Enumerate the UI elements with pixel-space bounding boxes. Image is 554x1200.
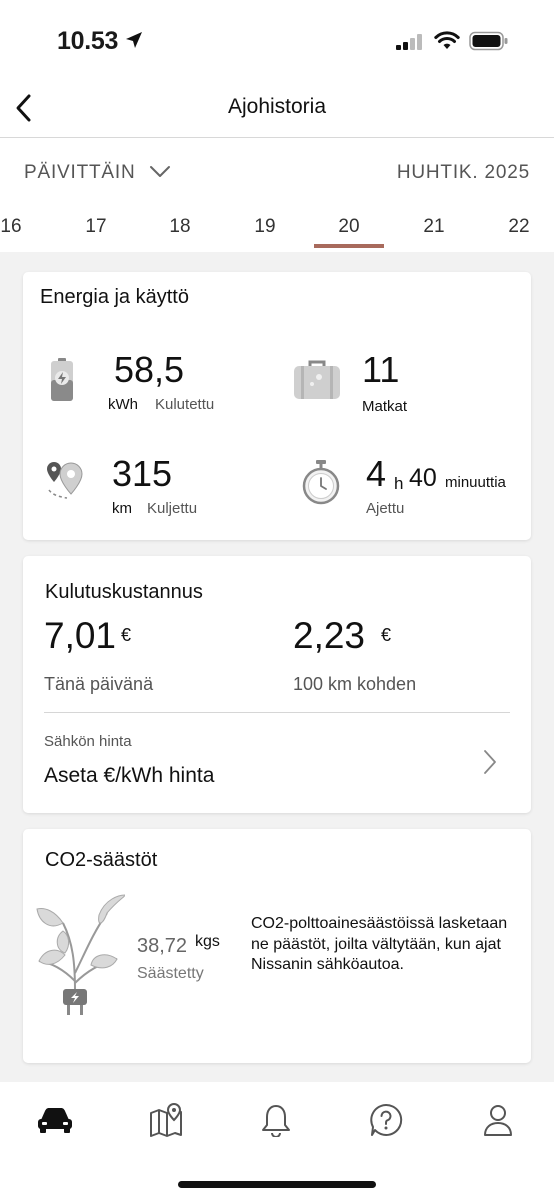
map-pin-route-icon bbox=[47, 462, 83, 499]
cost-today-value: 7,01 bbox=[44, 615, 117, 656]
period-row: PÄIVITTÄIN HUHTIK. 2025 bbox=[0, 138, 554, 206]
energy-card: Energia ja käyttö 58,5 kWh Kulutettu 11 … bbox=[23, 272, 531, 540]
cost-card: Kulutuskustannus 7,01 € Tänä päivänä 2,2… bbox=[23, 556, 531, 813]
location-arrow-icon bbox=[126, 32, 142, 48]
battery-icon bbox=[469, 31, 508, 51]
co2-card: CO2-säästöt 38,72 kgs Säästetty CO2-polt… bbox=[23, 829, 531, 1063]
cost-today-label: Tänä päivänä bbox=[44, 674, 154, 694]
energy-card-title: Energia ja käyttö bbox=[40, 286, 189, 308]
drive-time-minutes-unit: minuuttia bbox=[445, 474, 506, 491]
map-icon bbox=[150, 1103, 182, 1137]
cost-per100-label: 100 km kohden bbox=[293, 674, 417, 694]
distance-unit: km bbox=[112, 500, 132, 517]
tab-notifications[interactable] bbox=[254, 1100, 298, 1140]
distance-value: 315 bbox=[112, 453, 173, 494]
drive-time-minutes: 40 bbox=[409, 464, 437, 492]
day-item[interactable]: 19 bbox=[230, 216, 300, 238]
chevron-right-icon bbox=[484, 750, 496, 774]
co2-saved-unit: kgs bbox=[195, 933, 220, 950]
energy-consumed-label: Kulutettu bbox=[155, 396, 215, 413]
status-bar: 10.53 bbox=[0, 0, 554, 84]
content-area: Energia ja käyttö 58,5 kWh Kulutettu 11 … bbox=[0, 252, 554, 1082]
status-time: 10.53 bbox=[57, 27, 119, 55]
trips-value: 11 bbox=[362, 349, 400, 390]
day-item[interactable]: 17 bbox=[61, 216, 131, 238]
profile-icon bbox=[484, 1105, 512, 1136]
distance-label: Kuljettu bbox=[147, 500, 198, 517]
nav-header: Ajohistoria bbox=[0, 84, 554, 138]
page-title: Ajohistoria bbox=[227, 95, 327, 118]
bell-icon bbox=[262, 1105, 290, 1137]
drive-time-hours-unit: h bbox=[394, 474, 404, 493]
car-icon bbox=[38, 1108, 72, 1133]
co2-description: CO2-polttoainesäästöissä lasketaan ne pä… bbox=[251, 915, 508, 973]
cost-per100-value: 2,23 bbox=[293, 615, 366, 656]
period-mode-label: PÄIVITTÄIN bbox=[24, 162, 136, 183]
stopwatch-icon bbox=[302, 460, 340, 505]
home-indicator bbox=[178, 1181, 376, 1188]
selected-day-indicator bbox=[314, 244, 384, 248]
month-label[interactable]: HUHTIK. 2025 bbox=[397, 162, 530, 184]
day-item[interactable]: 22 bbox=[484, 216, 554, 238]
set-electricity-price-row[interactable]: Sähkön hinta Aseta €/kWh hinta bbox=[23, 713, 531, 813]
co2-saved-value: 38,72 bbox=[137, 935, 188, 957]
cellular-signal-icon bbox=[396, 34, 422, 50]
drive-time-label: Ajettu bbox=[366, 500, 405, 517]
tab-help[interactable] bbox=[364, 1100, 408, 1140]
chevron-down-icon bbox=[150, 166, 171, 177]
day-item-selected[interactable]: 20 bbox=[314, 216, 384, 238]
cost-card-title: Kulutuskustannus bbox=[45, 581, 203, 603]
tab-car[interactable] bbox=[33, 1100, 77, 1140]
day-item[interactable]: 21 bbox=[399, 216, 469, 238]
cost-today-currency: € bbox=[121, 625, 132, 645]
day-item[interactable]: 18 bbox=[145, 216, 215, 238]
cost-per100-currency: € bbox=[381, 625, 392, 645]
co2-card-title: CO2-säästöt bbox=[45, 849, 158, 871]
drive-time-hours: 4 bbox=[366, 453, 387, 494]
tab-profile[interactable] bbox=[476, 1100, 520, 1140]
day-item[interactable]: 16 bbox=[0, 216, 46, 238]
plant-plug-icon bbox=[36, 894, 125, 1015]
wifi-icon bbox=[434, 31, 460, 49]
period-dropdown[interactable]: PÄIVITTÄIN bbox=[24, 162, 171, 184]
set-price-action: Aseta €/kWh hinta bbox=[44, 764, 215, 787]
suitcase-icon bbox=[294, 360, 340, 399]
energy-consumed-unit: kWh bbox=[108, 396, 138, 413]
battery-charge-icon bbox=[51, 358, 73, 401]
day-selector: 16 17 18 19 20 21 22 bbox=[0, 206, 554, 252]
co2-saved-label: Säästetty bbox=[137, 965, 204, 982]
trips-label: Matkat bbox=[362, 398, 408, 415]
tab-map[interactable] bbox=[144, 1100, 188, 1140]
energy-consumed-value: 58,5 bbox=[114, 349, 185, 390]
help-icon bbox=[370, 1103, 403, 1136]
electricity-price-label: Sähkön hinta bbox=[44, 733, 132, 750]
